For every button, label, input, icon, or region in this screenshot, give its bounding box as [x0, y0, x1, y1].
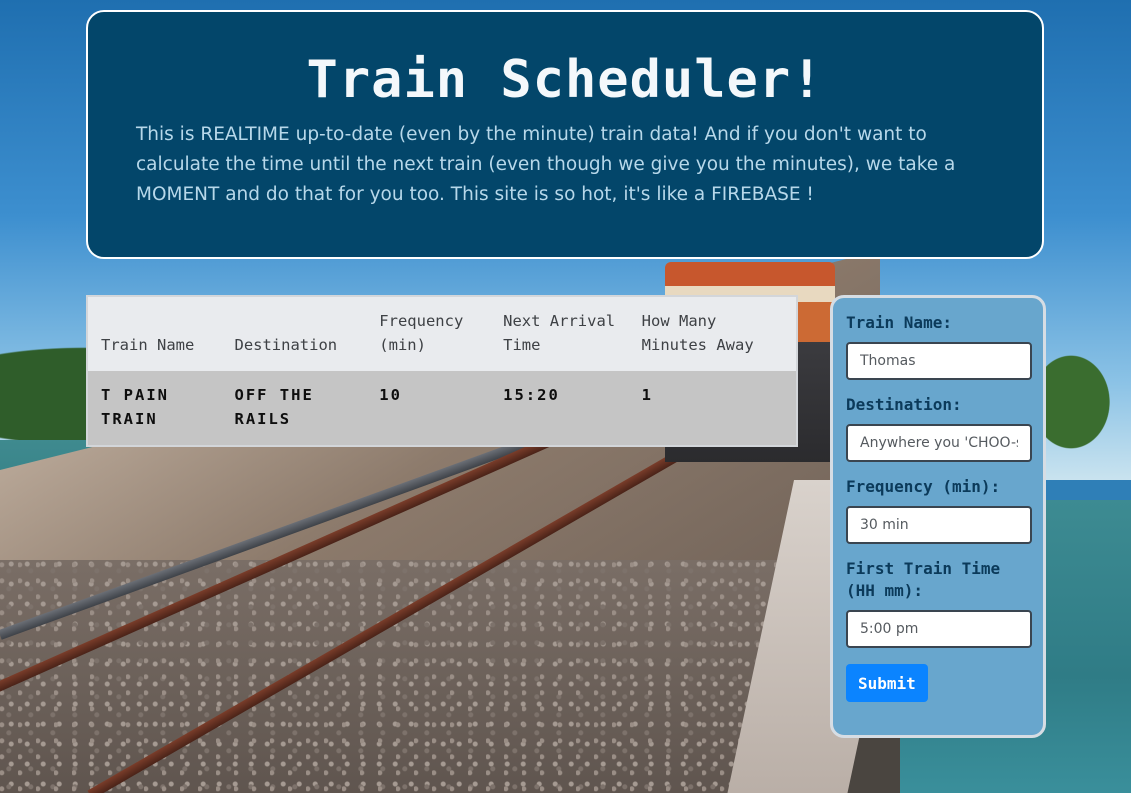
column-header-train-name: Train Name: [85, 295, 222, 371]
cell-minutes-away: 1: [628, 371, 799, 447]
schedule-table: Train Name Destination Frequency (min) N…: [85, 295, 799, 447]
first-train-time-label: First Train Time (HH mm):: [846, 559, 1001, 600]
frequency-input[interactable]: [846, 506, 1032, 544]
train-name-input[interactable]: [846, 342, 1032, 380]
column-header-minutes-away: How Many Minutes Away: [628, 295, 799, 371]
header-card: Train Scheduler! This is REALTIME up-to-…: [86, 10, 1044, 259]
schedule-panel: Train Name Destination Frequency (min) N…: [85, 295, 799, 447]
page-title: Train Scheduler!: [306, 50, 824, 110]
train-name-label: Train Name:: [846, 313, 952, 332]
cell-destination: OFF THE RAILS: [221, 371, 367, 447]
column-header-destination: Destination: [221, 295, 367, 371]
frequency-label: Frequency (min):: [846, 477, 1001, 496]
cell-frequency: 10: [366, 371, 491, 447]
submit-button[interactable]: Submit: [846, 664, 928, 702]
add-train-form: Train Name: Destination: Frequency (min)…: [830, 295, 1046, 738]
first-train-time-input[interactable]: [846, 610, 1032, 648]
destination-label: Destination:: [846, 395, 962, 414]
table-header-row: Train Name Destination Frequency (min) N…: [85, 295, 799, 371]
destination-input[interactable]: [846, 424, 1032, 462]
cell-train-name: T PAIN TRAIN: [85, 371, 222, 447]
column-header-next-arrival: Next Arrival Time: [490, 295, 629, 371]
table-row: T PAIN TRAIN OFF THE RAILS 10 15:20 1: [85, 371, 799, 447]
cell-next-arrival: 15:20: [490, 371, 629, 447]
page-intro: This is REALTIME up-to-date (even by the…: [136, 124, 956, 205]
column-header-frequency: Frequency (min): [366, 295, 491, 371]
schedule-table-body: T PAIN TRAIN OFF THE RAILS 10 15:20 1: [85, 371, 799, 447]
schedule-table-header: Train Name Destination Frequency (min) N…: [85, 295, 799, 371]
